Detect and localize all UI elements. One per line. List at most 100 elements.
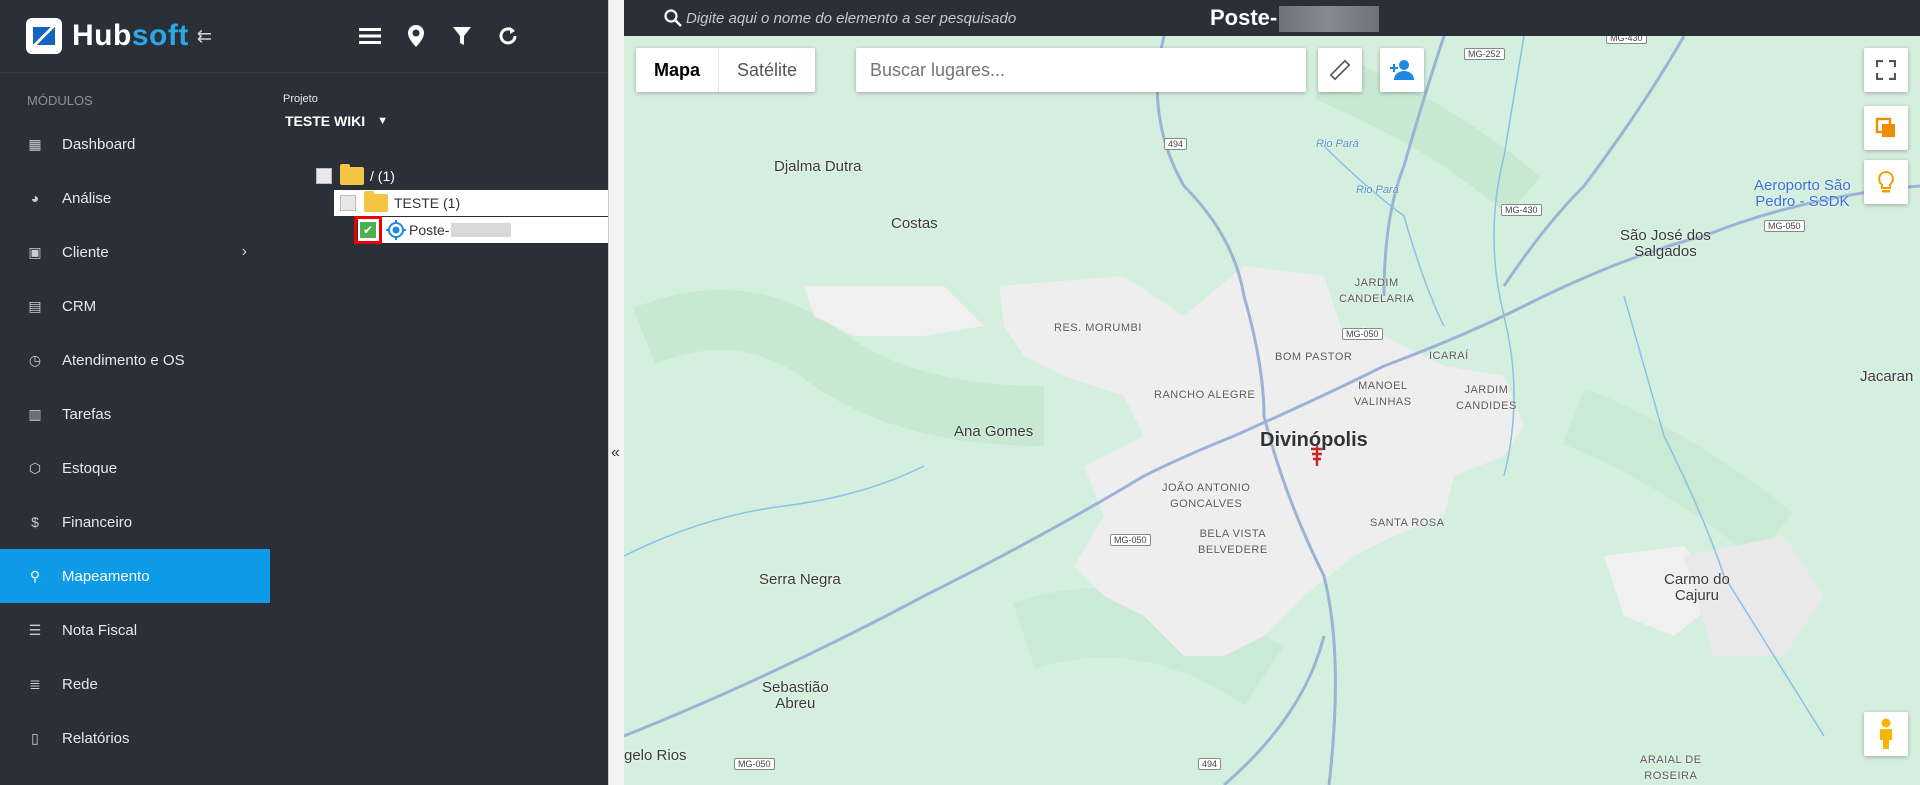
place-ana-gomes: Ana Gomes xyxy=(954,423,1034,440)
fullscreen-button[interactable] xyxy=(1864,48,1908,92)
place-rio-para-1: Rio Pará xyxy=(1316,138,1359,150)
project-select[interactable]: TESTE WIKI ▼ xyxy=(270,105,608,129)
contact-card-icon: ▣ xyxy=(28,243,42,260)
nav-item-rede[interactable]: ≣ Rede xyxy=(0,657,270,711)
place-aeroporto: Aeroporto São Pedro - SSDK xyxy=(1754,178,1851,210)
place-serra-negra: Serra Negra xyxy=(759,571,841,588)
pegman-icon xyxy=(1880,718,1892,749)
nav-label: Relatórios xyxy=(62,729,130,747)
place-divinopolis: Divinópolis xyxy=(1260,429,1368,451)
place-line: JARDIM xyxy=(1354,277,1399,289)
place-costas: Costas xyxy=(891,215,938,232)
lightbulb-button[interactable] xyxy=(1864,160,1908,204)
place-bom-pastor: BOM PASTOR xyxy=(1275,351,1353,363)
road-shield: 494 xyxy=(1164,138,1188,150)
server-icon: ≣ xyxy=(29,675,41,692)
layers-button[interactable] xyxy=(1864,106,1908,150)
map-type-map[interactable]: Mapa xyxy=(636,48,720,92)
map-base xyxy=(624,36,1920,785)
tree-element-row[interactable]: ✔ Poste- xyxy=(354,216,608,244)
place-bela-vista: BELA VISTA BELVEDERE xyxy=(1198,526,1268,558)
element-search[interactable]: Digite aqui o nome do elemento a ser pes… xyxy=(664,0,1016,36)
highlight-box: ✔ xyxy=(354,216,382,244)
nav-item-estoque[interactable]: ⬡ Estoque xyxy=(0,441,270,495)
brand-soft: soft xyxy=(131,19,189,52)
nav-item-atendimento[interactable]: ◷ Atendimento e OS xyxy=(0,333,270,387)
folder-label: TESTE (1) xyxy=(394,195,461,211)
nav-label: Mapeamento xyxy=(62,567,150,585)
place-joao-antonio: JOÃO ANTONIO GONCALVES xyxy=(1162,480,1250,512)
road-shield: MG-050 xyxy=(1110,534,1151,546)
nav-label: Análise xyxy=(62,189,112,207)
nav-item-relatorios[interactable]: ▯ Relatórios xyxy=(0,711,270,765)
place-search-input[interactable] xyxy=(856,48,1306,92)
fullscreen-icon xyxy=(1876,60,1896,80)
target-icon xyxy=(386,220,406,240)
ruler-button[interactable] xyxy=(1318,48,1362,92)
add-person-button[interactable] xyxy=(1380,48,1424,92)
menu-icon[interactable] xyxy=(358,24,382,48)
nav-item-crm[interactable]: ▤ CRM xyxy=(0,279,270,333)
road-shield: MG-050 xyxy=(734,758,775,770)
board-icon: ▤ xyxy=(28,297,42,314)
location-pin-icon[interactable] xyxy=(404,24,428,48)
brand-name: Hubsoft xyxy=(72,19,189,53)
checked-checkbox[interactable]: ✔ xyxy=(360,222,376,238)
tree-root-row[interactable]: / (1) xyxy=(316,163,395,189)
nav-item-cliente[interactable]: ▣ Cliente › xyxy=(0,225,270,279)
briefcase-icon: ▥ xyxy=(28,405,42,422)
nav-label: Tarefas xyxy=(62,405,112,423)
nav-item-mapeamento[interactable]: ⚲ Mapeamento xyxy=(0,549,270,603)
map-pin-icon: ⚲ xyxy=(29,567,41,584)
collapse-panel-icon[interactable]: « xyxy=(611,444,620,462)
tree-panel: Projeto TESTE WIKI ▼ / (1) TESTE (1) ✔ P… xyxy=(270,0,608,785)
place-djalma-dutra: Djalma Dutra xyxy=(774,158,862,175)
add-person-icon xyxy=(1390,60,1414,80)
refresh-icon[interactable] xyxy=(496,24,520,48)
search-icon xyxy=(664,9,682,27)
nav-item-dashboard[interactable]: ▦ Dashboard xyxy=(0,117,270,171)
grid-icon: ▦ xyxy=(28,135,42,152)
nav-label: Financeiro xyxy=(62,513,133,531)
sidebar: Hubsoft ⇇ MÓDULOS ▦ Dashboard ◕ Análise ▣ C… xyxy=(0,0,270,785)
selected-element-title: Poste- xyxy=(1210,5,1380,33)
place-line: ARAIAL DE xyxy=(1640,754,1702,766)
calendar-clock-icon: ◷ xyxy=(28,351,42,368)
redacted-text xyxy=(451,223,512,237)
nav-item-financeiro[interactable]: $ Financeiro xyxy=(0,495,270,549)
map-type-toggle: Mapa Satélite xyxy=(636,48,816,92)
hubsoft-logo-icon xyxy=(26,18,62,54)
root-checkbox[interactable] xyxy=(316,168,332,184)
nav-item-nota-fiscal[interactable]: ☰ Nota Fiscal xyxy=(0,603,270,657)
nav-item-tarefas[interactable]: ▥ Tarefas xyxy=(0,387,270,441)
map-type-satellite[interactable]: Satélite xyxy=(719,48,815,92)
title-text: Poste- xyxy=(1210,5,1278,30)
panel-splitter[interactable]: « xyxy=(608,0,625,785)
road-shield: 494 xyxy=(1198,758,1222,770)
root-label: / (1) xyxy=(370,168,395,184)
nav-list: ▦ Dashboard ◕ Análise ▣ Cliente › ▤ CRM ◷ Aten… xyxy=(0,117,270,765)
layers-icon xyxy=(1875,117,1895,137)
place-line: Abreu xyxy=(775,695,816,712)
collapse-sidebar-icon[interactable]: ⇇ xyxy=(197,26,212,47)
place-carmo-do-cajuru: Carmo do Cajuru xyxy=(1664,572,1730,604)
road-shield: MG-050 xyxy=(1764,220,1805,232)
place-line: JOÃO ANTONIO xyxy=(1162,482,1251,494)
map-canvas[interactable]: Mapa Satélite Djalma Dutra Costas RES. M… xyxy=(624,36,1920,785)
element-search-placeholder: Digite aqui o nome do elemento a ser pes… xyxy=(686,9,1017,27)
nav-label: Nota Fiscal xyxy=(62,621,138,639)
place-sao-jose: São José dos Salgados xyxy=(1620,228,1711,260)
place-line: VALINHAS xyxy=(1354,396,1412,408)
nav-item-analise[interactable]: ◕ Análise xyxy=(0,171,270,225)
tree-folder-row[interactable]: TESTE (1) xyxy=(334,190,608,216)
place-line: ROSEIRA xyxy=(1644,770,1698,782)
place-jardim-candelaria: JARDIM CANDELARIA xyxy=(1339,275,1414,307)
folder-checkbox[interactable] xyxy=(340,195,356,211)
street-view-button[interactable] xyxy=(1864,712,1908,756)
folder-icon xyxy=(340,164,364,185)
place-jacaran: Jacaran xyxy=(1860,368,1914,385)
place-jardim-candides: JARDIM CANDIDES xyxy=(1456,382,1517,414)
filter-icon[interactable] xyxy=(450,24,474,48)
place-sebastiao-abreu: Sebastião Abreu xyxy=(762,680,829,712)
place-line: CANDIDES xyxy=(1456,400,1517,412)
